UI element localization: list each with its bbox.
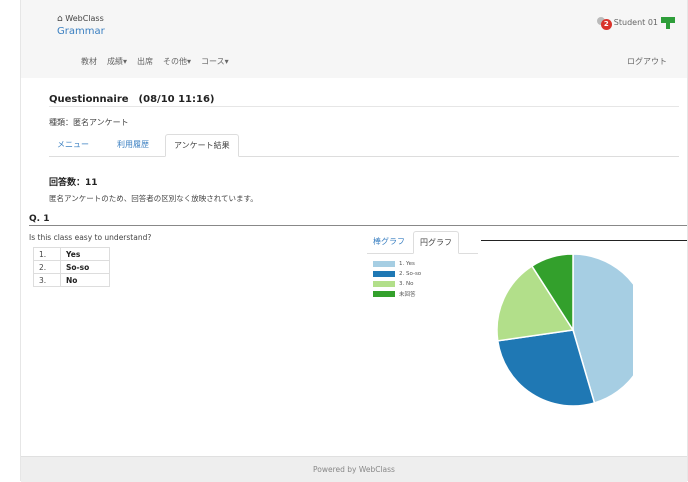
callout-line [481, 240, 687, 241]
pie-chart [496, 254, 633, 407]
tab-pie-chart[interactable]: 円グラフ [413, 231, 459, 254]
legend-label: 未回答 [399, 291, 416, 298]
page-tabs: メニュー 利用履歴 アンケート結果 [49, 134, 679, 157]
response-count: 回答数：11 [49, 178, 98, 188]
legend-label: 2. So-so [399, 270, 422, 277]
option-label: Yes [60, 247, 110, 261]
options-table: 1. Yes 2. So-so 3. No [33, 247, 110, 287]
footer: Powered by WebClass [21, 456, 687, 482]
legend-label: 3. No [399, 280, 414, 287]
legend-item: 3. No [373, 279, 421, 288]
question-divider [29, 225, 687, 226]
nav-item-grades[interactable]: 成績▾ [107, 56, 127, 67]
nav-item-materials[interactable]: 教材 [81, 56, 97, 67]
course-title[interactable]: Grammar [57, 26, 105, 37]
legend-label: 1. Yes [399, 260, 415, 267]
legend-swatch [373, 270, 395, 277]
question-label: Q. 1 [29, 214, 50, 224]
tab-survey-results[interactable]: アンケート結果 [165, 134, 239, 157]
header: ⌂ WebClass Grammar 2 Student 01 教材 成績▾ 出… [21, 0, 687, 79]
home-icon: ⌂ [57, 14, 63, 24]
tab-menu[interactable]: メニュー [49, 134, 97, 155]
legend-item: 1. Yes [373, 259, 421, 268]
tab-usage-history[interactable]: 利用履歴 [109, 134, 157, 155]
questionnaire-type: 種類：匿名アンケート [49, 118, 129, 127]
app-frame: ⌂ WebClass Grammar 2 Student 01 教材 成績▾ 出… [20, 0, 688, 482]
notification-badge: 2 [600, 18, 612, 30]
option-label: So-so [60, 260, 110, 274]
nav-item-course[interactable]: コース▾ [201, 56, 229, 67]
home-link[interactable]: ⌂ WebClass [57, 14, 104, 24]
table-row: 3. No [33, 273, 110, 287]
table-row: 2. So-so [33, 260, 110, 274]
option-number: 2. [33, 260, 61, 274]
notification-button[interactable]: 2 [596, 16, 612, 30]
main-nav: 教材 成績▾ 出席 その他▾ コース▾ [81, 56, 229, 67]
logout-link[interactable]: ログアウト [627, 56, 667, 67]
table-row: 1. Yes [33, 247, 110, 261]
option-number: 1. [33, 247, 61, 261]
page-title: Questionnaire (08/10 11:16) [49, 94, 215, 105]
nav-item-other[interactable]: その他▾ [163, 56, 191, 67]
nav-item-attendance[interactable]: 出席 [137, 56, 153, 67]
chart-tabs: 棒グラフ 円グラフ [367, 231, 478, 254]
anonymous-note: 匿名アンケートのため、回答者の区別なく放映されています。 [49, 194, 258, 203]
home-label: WebClass [65, 14, 104, 23]
question-text: Is this class easy to understand? [29, 233, 152, 242]
tab-bar-chart[interactable]: 棒グラフ [367, 231, 411, 252]
chart-legend: 1. Yes 2. So-so 3. No 未回答 [373, 259, 421, 299]
legend-item: 2. So-so [373, 269, 421, 278]
legend-item: 未回答 [373, 289, 421, 298]
title-divider [49, 106, 679, 107]
user-avatar-icon[interactable] [661, 16, 675, 29]
main-content: Questionnaire (08/10 11:16) 種類：匿名アンケート メ… [21, 78, 687, 456]
legend-swatch [373, 280, 395, 287]
legend-swatch [373, 260, 395, 267]
user-area: 2 Student 01 [596, 16, 675, 30]
option-label: No [60, 273, 110, 287]
user-name[interactable]: Student 01 [614, 18, 658, 27]
legend-swatch [373, 290, 395, 297]
option-number: 3. [33, 273, 61, 287]
